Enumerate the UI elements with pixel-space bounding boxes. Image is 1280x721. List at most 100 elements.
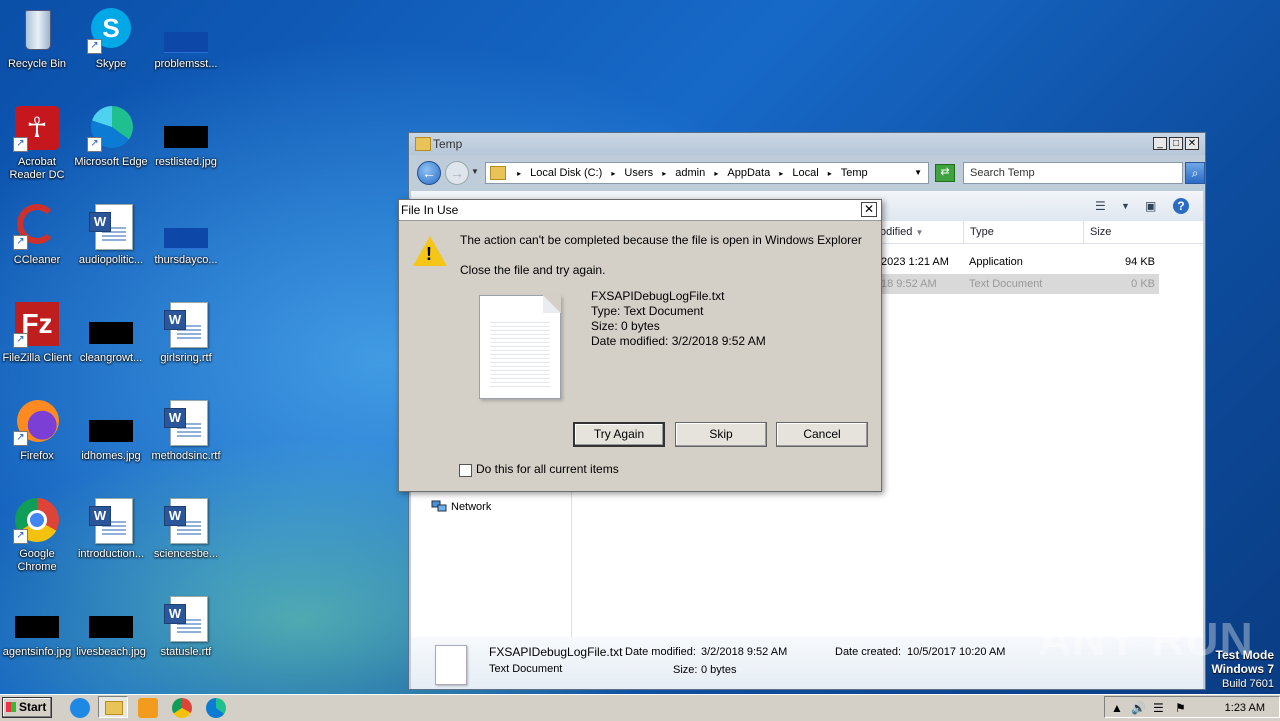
chrome-icon: ↗ <box>13 496 61 544</box>
file-in-use-dialog[interactable]: File In Use ✕ ! The action can't be comp… <box>398 199 882 492</box>
dialog-file-size: Size: 0 bytes <box>591 319 660 333</box>
image-file-icon <box>87 594 135 642</box>
word-document-icon: W <box>162 496 210 544</box>
desktop-icon-problemsst[interactable]: problemsst... <box>149 6 223 71</box>
chevron-right-icon[interactable]: ▸ <box>517 164 521 184</box>
warning-exclamation: ! <box>426 244 432 264</box>
nav-item-network[interactable]: Network <box>451 501 491 513</box>
desktop-icon-chrome[interactable]: ↗ Google Chrome <box>0 496 74 574</box>
search-input[interactable]: Search Temp <box>963 162 1183 184</box>
explorer-titlebar[interactable]: Temp _ □ ✕ <box>409 133 1205 155</box>
chevron-right-icon[interactable]: ▸ <box>779 164 783 184</box>
change-view-icon[interactable]: ☰ <box>1095 199 1106 213</box>
window-title: Temp <box>433 137 463 151</box>
desktop-icon-girlsring[interactable]: W girlsring.rtf <box>149 300 223 365</box>
media-player-icon[interactable] <box>138 698 158 718</box>
filezilla-icon: Fz ↗ <box>13 300 61 348</box>
recent-pages-chevron-icon[interactable]: ▼ <box>471 167 479 176</box>
chevron-right-icon[interactable]: ▸ <box>828 164 832 184</box>
dialog-close-button[interactable]: ✕ <box>861 202 877 217</box>
details-modified-label: Date modified: <box>625 646 696 658</box>
desktop-icon-livesbeach[interactable]: livesbeach.jpg <box>74 594 148 659</box>
details-size-label: Size: <box>673 664 698 676</box>
breadcrumb-item[interactable]: Local <box>792 163 818 183</box>
details-size-value: 0 bytes <box>701 664 737 676</box>
action-center-icon[interactable]: ⚑ <box>1175 701 1186 715</box>
acrobat-icon: ☥ ↗ <box>13 104 61 152</box>
chevron-right-icon[interactable]: ▸ <box>611 164 615 184</box>
network-icon[interactable]: ☰ <box>1153 701 1164 715</box>
word-document-icon: W <box>87 496 135 544</box>
internet-explorer-icon[interactable] <box>70 698 90 718</box>
view-dropdown-icon[interactable]: ▼ <box>1121 201 1130 211</box>
try-again-button[interactable]: Try Again <box>573 422 665 447</box>
system-tray: ▲ 🔊 ☰ ⚑ 1:23 AM <box>1104 696 1280 718</box>
clock[interactable]: 1:23 AM <box>1225 702 1265 714</box>
image-file-icon <box>162 6 210 54</box>
breadcrumb-item[interactable]: AppData <box>727 163 770 183</box>
back-button[interactable]: ← <box>417 161 441 185</box>
taskbar: Start ▲ 🔊 ☰ ⚑ 1:23 AM <box>0 694 1280 721</box>
desktop-icon-audiopolitic[interactable]: W audiopolitic... <box>74 202 148 267</box>
desktop-icon-sciencesbe[interactable]: W sciencesbe... <box>149 496 223 561</box>
taskbar-explorer-button[interactable] <box>98 696 128 718</box>
dialog-instruction: Close the file and try again. <box>460 263 606 277</box>
preview-pane-icon[interactable]: ▣ <box>1145 199 1156 213</box>
desktop-icon-cleangrowt[interactable]: cleangrowt... <box>74 300 148 365</box>
chevron-right-icon[interactable]: ▸ <box>714 164 718 184</box>
dialog-titlebar[interactable]: File In Use ✕ <box>399 200 881 221</box>
start-button[interactable]: Start <box>2 697 52 718</box>
desktop-icon-filezilla[interactable]: Fz ↗ FileZilla Client <box>0 300 74 365</box>
desktop-icon-statusle[interactable]: W statusle.rtf <box>149 594 223 659</box>
refresh-icon[interactable]: ⇄ <box>935 164 955 182</box>
dialog-file-name: FXSAPIDebugLogFile.txt <box>591 289 725 303</box>
chevron-right-icon[interactable]: ▸ <box>662 164 666 184</box>
breadcrumb-item[interactable]: admin <box>675 163 705 183</box>
file-type: Application <box>969 256 1023 268</box>
edge-icon[interactable] <box>206 698 226 718</box>
address-box[interactable]: ▸ Local Disk (C:) ▸ Users ▸ admin ▸ AppD… <box>485 162 929 184</box>
desktop-icon-restlisted[interactable]: restlisted.jpg <box>149 104 223 169</box>
minimize-button[interactable]: _ <box>1153 137 1167 150</box>
address-bar-row: ← → ▼ ▸ Local Disk (C:) ▸ Users ▸ admin … <box>413 161 1205 187</box>
breadcrumb-item[interactable]: Temp <box>841 163 868 183</box>
column-date-modified[interactable]: odified ▼ <box>873 221 963 243</box>
folder-icon <box>415 137 431 151</box>
desktop-icon-edge[interactable]: ↗ Microsoft Edge <box>74 104 148 169</box>
address-dropdown-icon[interactable]: ▼ <box>914 163 922 183</box>
desktop-icon-agentsinfo[interactable]: agentsinfo.jpg <box>0 594 74 659</box>
dialog-message: The action can't be completed because th… <box>460 233 862 247</box>
desktop-icon-methodsinc[interactable]: W methodsinc.rtf <box>149 398 223 463</box>
close-button[interactable]: ✕ <box>1185 137 1199 150</box>
desktop-icon-introduction[interactable]: W introduction... <box>74 496 148 561</box>
breadcrumb-item[interactable]: Local Disk (C:) <box>530 163 602 183</box>
ccleaner-icon: ↗ <box>13 202 61 250</box>
cancel-button[interactable]: Cancel <box>776 422 868 447</box>
desktop-icon-firefox[interactable]: ↗ Firefox <box>0 398 74 463</box>
image-file-icon <box>87 398 135 446</box>
apply-all-label[interactable]: Do this for all current items <box>476 462 619 476</box>
speaker-icon[interactable]: 🔊 <box>1131 701 1146 715</box>
column-type[interactable]: Type <box>963 221 1083 243</box>
desktop-icon-idhomes[interactable]: idhomes.jpg <box>74 398 148 463</box>
help-icon[interactable]: ? <box>1173 198 1189 214</box>
file-modified: 2023 1:21 AM <box>881 256 949 268</box>
desktop-icon-acrobat[interactable]: ☥ ↗ Acrobat Reader DC <box>0 104 74 182</box>
desktop-icon-thursdayco[interactable]: thursdayco... <box>149 202 223 267</box>
apply-all-checkbox[interactable] <box>459 464 472 477</box>
breadcrumb-item[interactable]: Users <box>624 163 653 183</box>
skip-button[interactable]: Skip <box>675 422 767 447</box>
desktop-icon-ccleaner[interactable]: ↗ CCleaner <box>0 202 74 267</box>
search-icon[interactable]: ⌕ <box>1185 162 1205 184</box>
forward-button[interactable]: → <box>445 161 469 185</box>
image-file-icon <box>162 202 210 250</box>
column-size[interactable]: Size <box>1083 221 1163 243</box>
maximize-button[interactable]: □ <box>1169 137 1183 150</box>
file-modified: 18 9:52 AM <box>881 278 937 290</box>
image-file-icon <box>162 104 210 152</box>
image-file-icon <box>13 594 61 642</box>
chrome-icon[interactable] <box>172 698 192 718</box>
show-hidden-icons-icon[interactable]: ▲ <box>1111 701 1123 715</box>
desktop-icon-skype[interactable]: S ↗ Skype <box>74 6 148 71</box>
desktop-icon-recycle-bin[interactable]: Recycle Bin <box>0 6 74 71</box>
